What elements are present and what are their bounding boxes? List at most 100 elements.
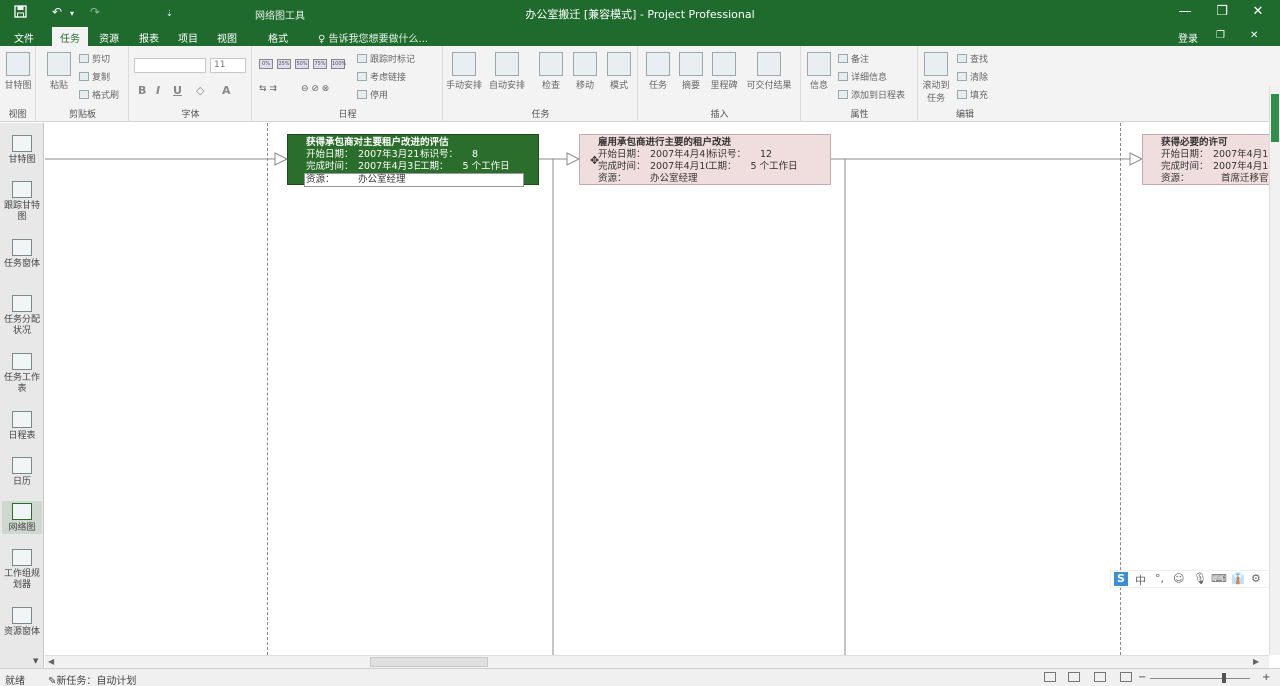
percent-50-button[interactable]: 50% xyxy=(295,59,309,69)
viewbar-resource-form[interactable]: 资源窗体 xyxy=(2,607,42,638)
cut-button[interactable]: 剪切 xyxy=(79,52,110,65)
viewbar-scroll-down-icon[interactable]: ▼ xyxy=(33,657,42,666)
horizontal-scrollbar[interactable]: ◀ ▶ xyxy=(45,655,1269,668)
task-node[interactable]: 获得必要的许可 开始日期： 2007年4月11 完成时间： 2007年4月17 资源… xyxy=(1142,134,1269,185)
details-button[interactable]: 详细信息 xyxy=(838,70,887,83)
tab-file[interactable]: 文件 xyxy=(14,30,34,45)
gantt-view-shortcut-icon[interactable] xyxy=(1044,672,1056,682)
microphone-icon[interactable]: 🎙 xyxy=(1193,572,1207,585)
collapse-ribbon-icon[interactable]: ✕ xyxy=(1250,30,1258,41)
viewbar-tracking-gantt[interactable]: 跟踪甘特图 xyxy=(2,181,42,223)
task-finish-row: 完成时间： 2007年4月10工期： 5 个工作日 xyxy=(580,161,830,173)
scroll-left-icon[interactable]: ◀ xyxy=(48,657,54,666)
restore-button[interactable]: ❐ xyxy=(1207,4,1237,19)
new-task-mode[interactable]: ✎新任务：自动计划 xyxy=(48,672,136,686)
tab-task[interactable]: 任务 xyxy=(52,27,88,46)
task-node[interactable]: 雇用承包商进行主要的租户改进 开始日期： 2007年4月4日标识号： 12 完成时间… xyxy=(579,134,831,185)
viewbar-timeline[interactable]: 日程表 xyxy=(2,411,42,442)
login-button[interactable]: 登录 xyxy=(1178,30,1198,45)
vertical-scrollbar[interactable] xyxy=(1269,86,1280,655)
deliverable-button[interactable]: 可交付结果 xyxy=(741,52,797,91)
paste-button[interactable]: 粘贴 xyxy=(43,52,75,91)
viewbar-task-sheet[interactable]: 任务工作表 xyxy=(2,353,42,395)
finish-label: 完成时间： xyxy=(1161,161,1209,172)
tab-project[interactable]: 项目 xyxy=(178,30,198,45)
viewbar-task-usage[interactable]: 任务分配状况 xyxy=(2,295,42,337)
mark-on-track-button[interactable]: 跟踪时标记 xyxy=(357,52,415,65)
zoom-slider[interactable] xyxy=(1150,678,1250,679)
insert-group-label: 插入 xyxy=(710,110,729,120)
auto-schedule-icon xyxy=(495,52,519,76)
font-size-select[interactable]: 11 xyxy=(210,58,246,73)
tab-report[interactable]: 报表 xyxy=(139,30,159,45)
viewbar-calendar[interactable]: 日历 xyxy=(2,457,42,488)
ime-settings-icon[interactable]: ⚙ xyxy=(1251,572,1261,585)
percent-0-button[interactable]: 0% xyxy=(259,59,273,69)
percent-75-button[interactable]: 75% xyxy=(313,59,327,69)
zoom-in-icon[interactable]: + xyxy=(1262,672,1270,683)
viewbar-gantt-chart[interactable]: 甘特图 xyxy=(2,135,42,166)
milestone-label: 里程碑 xyxy=(710,81,738,91)
keyboard-icon[interactable]: ⌨ xyxy=(1211,572,1227,585)
manual-schedule-button[interactable]: 手动安排 xyxy=(444,52,484,91)
task-node[interactable]: 获得承包商对主要租户改进的评估 开始日期： 2007年3月21标识号： 8 完成时间… xyxy=(287,134,539,187)
horizontal-scroll-thumb[interactable] xyxy=(370,657,488,667)
insert-task-button[interactable]: 任务 xyxy=(641,52,675,91)
paste-label: 粘贴 xyxy=(49,81,68,91)
scroll-to-task-button[interactable]: 滚动到任务 xyxy=(919,52,953,104)
viewbar-task-form[interactable]: 任务窗体 xyxy=(2,239,42,270)
unlink-icon[interactable]: ⊖ ⊘ ⊗ xyxy=(301,84,329,94)
ribbon-display-options-icon[interactable]: ❐ xyxy=(1216,30,1225,41)
gantt-chart-button[interactable]: 甘特图 xyxy=(2,52,34,91)
italic-button[interactable]: I xyxy=(156,84,160,97)
network-diagram-shortcut-icon[interactable] xyxy=(1094,672,1106,682)
milestone-button[interactable]: 里程碑 xyxy=(707,52,741,91)
tab-resource[interactable]: 资源 xyxy=(99,30,119,45)
inactivate-button[interactable]: 停用 xyxy=(357,88,388,101)
emoji-icon[interactable]: ☺ xyxy=(1173,572,1184,585)
viewbar-label: 日程表 xyxy=(8,431,36,441)
font-color-icon[interactable]: A xyxy=(222,84,231,97)
font-name-select[interactable] xyxy=(134,58,206,73)
zoom-slider-thumb[interactable] xyxy=(1222,673,1226,683)
tab-view[interactable]: 视图 xyxy=(217,30,237,45)
scroll-right-icon[interactable]: ▶ xyxy=(1253,657,1259,666)
mode-button[interactable]: 模式 xyxy=(604,52,634,91)
ime-logo-icon[interactable]: S xyxy=(1114,572,1128,586)
vertical-scroll-thumb[interactable] xyxy=(1271,94,1279,142)
underline-button[interactable]: U xyxy=(173,84,182,97)
insert-task-label: 任务 xyxy=(648,81,667,91)
viewbar-network-diagram[interactable]: 网络图 xyxy=(2,501,42,534)
link-tasks-icon[interactable]: ⇆ ⇉ xyxy=(259,84,277,94)
auto-schedule-button[interactable]: 自动安排 xyxy=(486,52,528,91)
task-usage-shortcut-icon[interactable] xyxy=(1068,672,1080,682)
fill-button[interactable]: 填充 xyxy=(957,88,988,101)
tell-me-search[interactable]: ♀ 告诉我您想要做什么... xyxy=(318,30,428,45)
summary-button[interactable]: 摘要 xyxy=(675,52,707,91)
respect-links-button[interactable]: 考虑链接 xyxy=(357,70,406,83)
minimize-button[interactable]: — xyxy=(1170,4,1200,19)
information-button[interactable]: 信息 xyxy=(804,52,834,91)
percent-25-button[interactable]: 25% xyxy=(277,59,291,69)
inactivate-label: 停用 xyxy=(370,91,389,101)
add-to-timeline-button[interactable]: 添加到日程表 xyxy=(838,88,905,101)
ime-punctuation-icon[interactable]: °, xyxy=(1155,572,1164,585)
inspect-button[interactable]: 检查 xyxy=(536,52,566,91)
move-button[interactable]: 移动 xyxy=(570,52,600,91)
ime-language-toggle[interactable]: 中 xyxy=(1135,572,1146,588)
close-button[interactable]: ✕ xyxy=(1243,4,1273,19)
tab-format[interactable]: 格式 xyxy=(268,30,288,45)
resource-sheet-shortcut-icon[interactable] xyxy=(1120,672,1132,682)
format-painter-button[interactable]: 格式刷 xyxy=(79,88,119,101)
notes-button[interactable]: 备注 xyxy=(838,52,869,65)
viewbar-team-planner[interactable]: 工作组规划器 xyxy=(2,549,42,591)
skin-icon[interactable]: 👔 xyxy=(1231,572,1245,585)
percent-100-button[interactable]: 100% xyxy=(331,59,346,69)
network-diagram-canvas[interactable]: 获得承包商对主要租户改进的评估 开始日期： 2007年3月21标识号： 8 完成时间… xyxy=(45,123,1269,655)
bold-button[interactable]: B xyxy=(138,84,146,97)
copy-button[interactable]: 复制 xyxy=(79,70,110,83)
clear-button[interactable]: 清除 xyxy=(957,70,988,83)
fill-color-icon[interactable]: ◇ xyxy=(196,84,204,97)
zoom-out-icon[interactable]: − xyxy=(1138,672,1146,683)
find-button[interactable]: 查找 xyxy=(957,52,988,65)
